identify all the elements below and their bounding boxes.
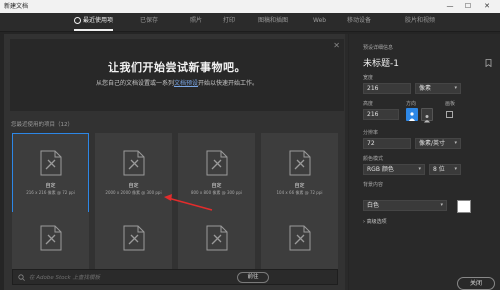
preset-tile[interactable] <box>12 212 89 272</box>
resolution-input[interactable]: 72 <box>363 138 411 149</box>
preset-tile[interactable] <box>95 212 172 272</box>
chevron-down-icon: ▾ <box>454 140 457 146</box>
category-tabs: 最近使用项 已保存 照片 打印 图稿和插图 Web 移动设备 胶片和视频 <box>0 13 500 32</box>
height-label: 高度 <box>363 101 374 107</box>
landscape-icon <box>424 115 430 123</box>
subtext-start: 从您自己的文档设置或一系列 <box>95 80 174 87</box>
landscape-button[interactable] <box>421 108 433 123</box>
stock-search-bar: 在 Adobe Stock 上查找模板 前往 <box>12 269 338 285</box>
tab-photo[interactable]: 照片 <box>190 13 202 31</box>
background-label: 背景内容 <box>363 182 384 188</box>
document-icon <box>289 225 310 251</box>
background-color-swatch[interactable] <box>457 200 471 213</box>
resolution-unit-select[interactable]: 像素/英寸 ▾ <box>415 138 461 149</box>
subtext-end: 开始以快速开始工作。 <box>198 80 259 87</box>
document-icon <box>206 150 227 176</box>
preset-details-panel: 预设详细信息 未标题-1 宽度 216 像素 ▾ 高度 方向 画板 216 分辨率… <box>349 34 500 290</box>
preset-size-info: 104 x 66 像素 @ 72 ppi <box>276 190 323 195</box>
height-input[interactable]: 216 <box>363 109 399 120</box>
search-icon <box>18 274 25 281</box>
chevron-down-icon: ▾ <box>418 166 421 172</box>
preset-name: 自定 <box>294 183 305 189</box>
tab-web[interactable]: Web <box>313 13 326 31</box>
tab-art-illustration[interactable]: 图稿和插图 <box>258 13 288 31</box>
portrait-icon <box>409 112 415 121</box>
width-unit-value: 像素 <box>419 85 432 92</box>
document-icon <box>206 225 227 251</box>
close-dialog-button[interactable]: 关闭 <box>457 277 495 290</box>
preset-tile[interactable]: 自定 104 x 66 像素 @ 72 ppi <box>261 133 338 217</box>
clock-icon <box>74 17 81 24</box>
window-title: 新建文档 <box>4 3 29 10</box>
scrollbar[interactable] <box>345 34 348 290</box>
window-close-button[interactable]: ✕ <box>481 0 493 13</box>
color-mode-select[interactable]: RGB 颜色 ▾ <box>363 164 425 175</box>
document-icon <box>289 150 310 176</box>
advanced-options-toggle[interactable]: › 高级选项 <box>363 218 387 225</box>
document-title[interactable]: 未标题-1 <box>363 56 399 69</box>
orientation-label: 方向 <box>406 101 417 107</box>
tab-film-video[interactable]: 胶片和视频 <box>405 13 435 31</box>
preset-name: 自定 <box>45 183 56 189</box>
welcome-heading: 让我们开始尝试新事物吧。 <box>108 61 246 74</box>
preset-tile[interactable] <box>261 212 338 272</box>
recent-label: 您最近使用的项目（12） <box>11 122 73 128</box>
go-button[interactable]: 前往 <box>237 272 269 283</box>
preset-tile[interactable] <box>178 212 255 272</box>
resolution-label: 分辨率 <box>363 130 379 136</box>
minimize-button[interactable]: — <box>444 0 456 13</box>
stock-search-input[interactable]: 在 Adobe Stock 上查找模板 <box>29 273 100 281</box>
document-icon <box>40 150 61 176</box>
preset-tile[interactable]: 自定 800 x 800 像素 @ 300 ppi <box>178 133 255 217</box>
tab-print[interactable]: 打印 <box>223 13 235 31</box>
preset-name: 自定 <box>128 183 139 189</box>
window-titlebar: 新建文档 <box>0 0 500 13</box>
width-unit-select[interactable]: 像素 ▾ <box>415 83 461 94</box>
presets-panel: ✕ 让我们开始尝试新事物吧。 从您自己的文档设置或一系列文档预设开始以快速开始工… <box>4 34 348 290</box>
width-label: 宽度 <box>363 75 374 81</box>
document-icon <box>40 225 61 251</box>
preset-name: 自定 <box>211 183 222 189</box>
background-value: 白色 <box>367 202 380 209</box>
color-mode-value: RGB 颜色 <box>367 166 394 173</box>
background-select[interactable]: 白色 ▾ <box>363 200 447 211</box>
preset-size-info: 800 x 800 像素 @ 300 ppi <box>190 190 243 195</box>
document-icon <box>123 150 144 176</box>
portrait-button[interactable] <box>406 108 418 121</box>
welcome-banner: ✕ 让我们开始尝试新事物吧。 从您自己的文档设置或一系列文档预设开始以快速开始工… <box>10 39 344 111</box>
chevron-down-icon: ▾ <box>454 166 457 172</box>
preset-tile[interactable]: 自定 2000 x 2000 像素 @ 300 ppi <box>95 133 172 217</box>
preset-tile[interactable]: 自定 216 x 216 像素 @ 72 ppi <box>12 133 89 217</box>
preset-details-heading: 预设详细信息 <box>363 45 394 51</box>
document-icon <box>123 225 144 251</box>
chevron-down-icon: ▾ <box>440 202 443 208</box>
preset-size-info: 216 x 216 像素 @ 72 ppi <box>26 190 75 195</box>
bit-depth-value: 8 位 <box>433 166 445 173</box>
tab-recent-label: 最近使用项 <box>83 17 114 24</box>
tab-recent[interactable]: 最近使用项 <box>74 13 114 31</box>
artboard-checkbox[interactable] <box>446 111 453 118</box>
color-mode-label: 颜色模式 <box>363 156 384 162</box>
resolution-unit-value: 像素/英寸 <box>419 140 446 147</box>
chevron-down-icon: ▾ <box>454 85 457 91</box>
tab-saved[interactable]: 已保存 <box>140 13 158 31</box>
document-presets-link[interactable]: 文档预设 <box>174 80 198 87</box>
save-preset-icon[interactable] <box>485 59 492 67</box>
tab-mobile[interactable]: 移动设备 <box>347 13 371 31</box>
welcome-subtext: 从您自己的文档设置或一系列文档预设开始以快速开始工作。 <box>10 78 344 87</box>
maximize-button[interactable]: ☐ <box>462 0 474 13</box>
bit-depth-select[interactable]: 8 位 ▾ <box>429 164 461 175</box>
preset-size-info: 2000 x 2000 像素 @ 300 ppi <box>105 190 162 195</box>
width-input[interactable]: 216 <box>363 83 411 94</box>
advanced-options-label: 高级选项 <box>366 219 387 225</box>
banner-close-icon[interactable]: ✕ <box>333 41 340 50</box>
artboard-label: 画板 <box>445 101 456 107</box>
